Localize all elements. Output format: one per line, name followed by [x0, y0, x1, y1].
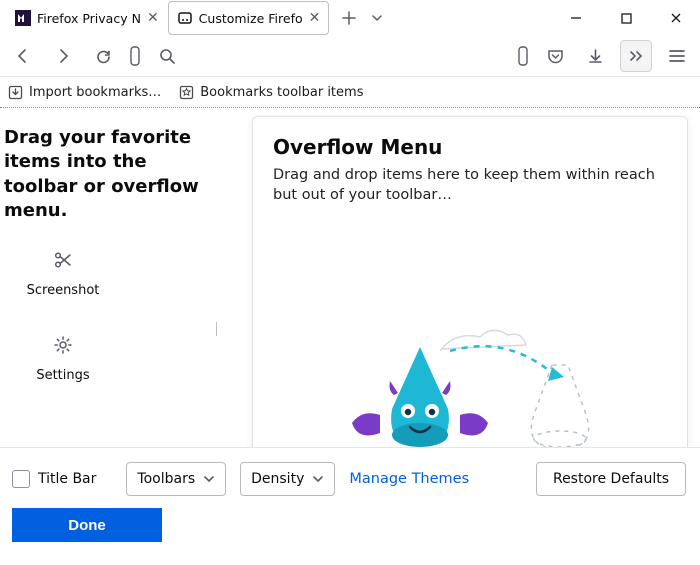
- bookmarks-toolbar: Import bookmarks… Bookmarks toolbar item…: [0, 77, 700, 108]
- forward-button[interactable]: [48, 41, 78, 71]
- palette-item-label: Settings: [18, 368, 108, 383]
- manage-themes-link[interactable]: Manage Themes: [349, 471, 469, 487]
- tab-active[interactable]: Customize Firefo ✕: [168, 1, 330, 35]
- palette: Drag your favorite items into the toolba…: [0, 108, 254, 464]
- overflow-panel: Overflow Menu Drag and drop items here t…: [252, 116, 688, 464]
- divider: [216, 322, 217, 336]
- customize-area: Drag your favorite items into the toolba…: [0, 108, 700, 464]
- search-icon[interactable]: [152, 41, 182, 71]
- tab-close-icon[interactable]: ✕: [309, 11, 321, 25]
- density-label: Density: [251, 471, 304, 487]
- import-bookmarks-label: Import bookmarks…: [29, 85, 161, 100]
- import-icon: [8, 85, 23, 100]
- chevron-down-icon: [203, 473, 215, 485]
- flex-space-icon[interactable]: [128, 41, 142, 71]
- overflow-button[interactable]: [620, 40, 652, 72]
- window-close-button[interactable]: [662, 4, 690, 32]
- restore-defaults-button[interactable]: Restore Defaults: [536, 462, 686, 496]
- bookmarks-toolbar-label: Bookmarks toolbar items: [200, 85, 363, 100]
- checkbox-icon: [12, 470, 30, 488]
- flex-space-icon[interactable]: [516, 41, 530, 71]
- star-icon: [179, 85, 194, 100]
- palette-item-label: Screenshot: [18, 283, 108, 298]
- bookmarks-toolbar-items[interactable]: Bookmarks toolbar items: [179, 85, 363, 100]
- palette-item-settings[interactable]: Settings: [18, 334, 108, 383]
- done-label: Done: [68, 517, 106, 534]
- pocket-button[interactable]: [540, 41, 570, 71]
- window-minimize-button[interactable]: [562, 4, 590, 32]
- palette-item-screenshot[interactable]: Screenshot: [18, 249, 108, 298]
- chevron-down-icon: [312, 473, 324, 485]
- favicon-mozilla: [15, 10, 31, 26]
- new-tab-button[interactable]: [335, 4, 363, 32]
- tab-title: Customize Firefo: [199, 11, 303, 26]
- downloads-button[interactable]: [580, 41, 610, 71]
- nav-toolbar: [0, 36, 700, 77]
- title-bar-checkbox[interactable]: Title Bar: [12, 470, 96, 488]
- gear-icon: [18, 334, 108, 356]
- scissors-icon: [18, 249, 108, 271]
- customize-footer: Title Bar Toolbars Density Manage Themes…: [0, 447, 700, 565]
- reload-button[interactable]: [88, 41, 118, 71]
- overflow-illustration: [253, 289, 687, 459]
- tab-strip: Firefox Privacy N ✕ Customize Firefo ✕: [0, 0, 700, 36]
- palette-heading: Drag your favorite items into the toolba…: [4, 126, 204, 223]
- density-dropdown[interactable]: Density: [240, 462, 335, 496]
- tab-inactive[interactable]: Firefox Privacy N ✕: [6, 1, 168, 35]
- tab-list-dropdown[interactable]: [363, 4, 391, 32]
- restore-label: Restore Defaults: [553, 471, 669, 487]
- title-bar-label: Title Bar: [38, 471, 96, 487]
- window-controls: [562, 4, 694, 32]
- window-maximize-button[interactable]: [612, 4, 640, 32]
- toolbars-label: Toolbars: [137, 471, 195, 487]
- toolbars-dropdown[interactable]: Toolbars: [126, 462, 226, 496]
- import-bookmarks-button[interactable]: Import bookmarks…: [8, 85, 161, 100]
- overflow-panel-body: Drag and drop items here to keep them wi…: [273, 165, 667, 206]
- tab-close-icon[interactable]: ✕: [147, 11, 159, 25]
- overflow-panel-title: Overflow Menu: [273, 135, 667, 159]
- back-button[interactable]: [8, 41, 38, 71]
- favicon-customize-icon: [177, 10, 193, 26]
- done-button[interactable]: Done: [12, 508, 162, 542]
- tab-title: Firefox Privacy N: [37, 11, 141, 26]
- app-menu-button[interactable]: [662, 41, 692, 71]
